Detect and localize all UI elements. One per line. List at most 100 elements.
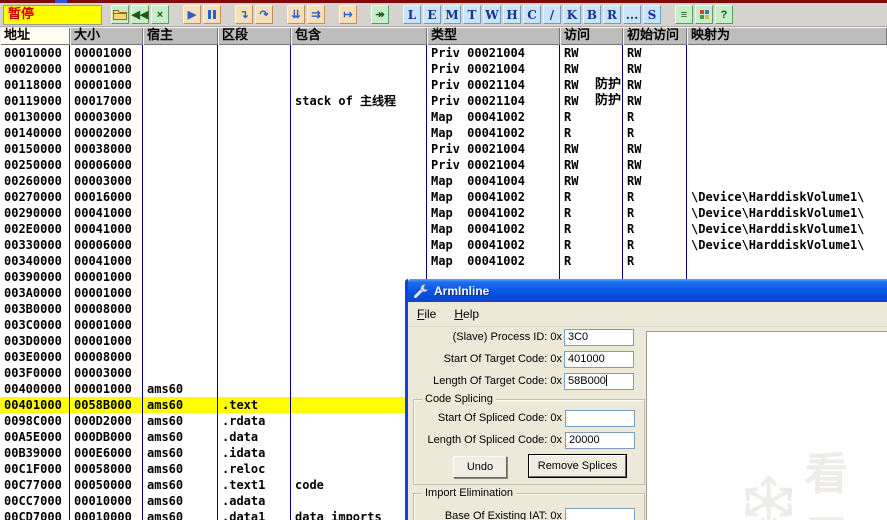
column-header-5[interactable]: 类型 xyxy=(427,27,560,45)
cell-size: 00038000 xyxy=(70,141,143,157)
spliced-code-start-field[interactable] xyxy=(565,410,635,427)
menu-help[interactable]: Help xyxy=(454,307,479,321)
panel-button-L[interactable]: L xyxy=(403,5,421,24)
cell-owner: ams60 xyxy=(143,461,218,477)
step-over-button[interactable]: ↷ xyxy=(255,5,273,24)
target-code-start-field[interactable]: 401000 xyxy=(564,351,634,368)
run-button[interactable]: ▶ xyxy=(183,5,201,24)
table-row[interactable]: 002E0000 00041000 Map 00041002 R R \Device\Ha… xyxy=(0,221,887,237)
cell-access: RW 防护 xyxy=(560,77,623,93)
cell-type: Priv 00021004 xyxy=(427,157,560,173)
cell-contains xyxy=(291,141,427,157)
cell-contains xyxy=(291,125,427,141)
cell-initial-access: RW xyxy=(623,141,687,157)
panel-button-E[interactable]: E xyxy=(423,5,441,24)
panel-button-R[interactable]: R xyxy=(603,5,621,24)
animate-into-button[interactable]: ⇊ xyxy=(287,5,305,24)
cell-type: Priv 00021004 xyxy=(427,61,560,77)
animate-over-button[interactable]: ⇉ xyxy=(307,5,325,24)
cell-section xyxy=(218,93,291,109)
cell-initial-access: R xyxy=(623,125,687,141)
cell-owner xyxy=(143,93,218,109)
table-row[interactable]: 00150000 00038000 Priv 00021004 RW RW xyxy=(0,141,887,157)
snowflake-icon xyxy=(744,475,793,520)
cell-address: 00C1F000 xyxy=(0,461,70,477)
panel-button-H[interactable]: H xyxy=(503,5,521,24)
table-row[interactable]: 00010000 00001000 Priv 00021004 RW RW xyxy=(0,45,887,61)
cell-address: 00130000 xyxy=(0,109,70,125)
pause-button[interactable] xyxy=(203,5,221,24)
cell-address: 00260000 xyxy=(0,173,70,189)
column-header-6[interactable]: 访问 xyxy=(560,27,623,45)
cell-size: 00001000 xyxy=(70,317,143,333)
cell-section: .text xyxy=(218,397,291,413)
process-id-field[interactable]: 3C0 xyxy=(564,329,634,346)
cell-initial-access: R xyxy=(623,205,687,221)
cell-size: 00001000 xyxy=(70,333,143,349)
cell-address: 00B39000 xyxy=(0,445,70,461)
cell-contains xyxy=(291,109,427,125)
panel-button-W[interactable]: W xyxy=(483,5,501,24)
panel-button-M[interactable]: M xyxy=(443,5,461,24)
panel-button-K[interactable]: K xyxy=(563,5,581,24)
table-row[interactable]: 00260000 00003000 Map 00041004 RW RW xyxy=(0,173,887,189)
toolbar-letter-buttons: L E M T W H C / K B R... S xyxy=(401,5,661,24)
spliced-code-length-field[interactable]: 20000 xyxy=(565,432,635,449)
column-header-2[interactable]: 宿主 xyxy=(143,27,218,45)
table-row[interactable]: 00119000 00017000 stack of 主线程 Priv 0002110… xyxy=(0,93,887,109)
target-code-length-field[interactable]: 58B000 xyxy=(564,373,634,390)
table-row[interactable]: 00330000 00006000 Map 00041002 R R \Device\Ha… xyxy=(0,237,887,253)
table-row[interactable]: 00140000 00002000 Map 00041002 R R xyxy=(0,125,887,141)
undo-button[interactable]: Undo xyxy=(453,456,507,478)
cell-mapped-as xyxy=(687,109,887,125)
cell-address: 00150000 xyxy=(0,141,70,157)
panel-button-S[interactable]: S xyxy=(643,5,661,24)
menu-file[interactable]: File xyxy=(417,307,436,321)
existing-iat-base-field[interactable] xyxy=(565,508,635,520)
cell-owner xyxy=(143,125,218,141)
column-header-8[interactable]: 映射为 xyxy=(687,27,887,45)
table-row[interactable]: 00118000 00001000 Priv 00021104 RW 防护 RW xyxy=(0,77,887,93)
cell-size: 000E6000 xyxy=(70,445,143,461)
cell-address: 00C77000 xyxy=(0,477,70,493)
list-view-button[interactable]: ≡ xyxy=(675,5,693,24)
table-row[interactable]: 00340000 00041000 Map 00041002 R R xyxy=(0,253,887,269)
go-to-button[interactable]: ↠ xyxy=(371,5,389,24)
close-button[interactable]: × xyxy=(151,5,169,24)
cell-access: RW xyxy=(560,61,623,77)
column-header-1[interactable]: 大小 xyxy=(70,27,143,45)
column-header-4[interactable]: 包含 xyxy=(291,27,427,45)
help-button[interactable]: ? xyxy=(715,5,733,24)
column-header-3[interactable]: 区段 xyxy=(218,27,291,45)
dialog-titlebar[interactable]: ArmInline xyxy=(408,279,887,302)
panel-button-C[interactable]: C xyxy=(523,5,541,24)
cell-access: R xyxy=(560,253,623,269)
cell-section: .adata xyxy=(218,493,291,509)
cell-mapped-as: \Device\HarddiskVolume1\ xyxy=(691,206,865,220)
table-row[interactable]: 00250000 00006000 Priv 00021004 RW RW xyxy=(0,157,887,173)
table-row[interactable]: 00130000 00003000 Map 00041002 R R xyxy=(0,109,887,125)
open-file-button[interactable] xyxy=(111,5,129,24)
cell-section xyxy=(218,205,291,221)
execute-till-return-button[interactable]: ↦ xyxy=(339,5,357,24)
table-row[interactable]: 00290000 00041000 Map 00041002 R R \Device\Ha… xyxy=(0,205,887,221)
cell-contains xyxy=(291,221,427,237)
column-header-7[interactable]: 初始访问 xyxy=(623,27,687,45)
panel-button-dots[interactable]: ... xyxy=(623,5,641,24)
column-header-0[interactable]: 地址 xyxy=(0,27,70,45)
windows-button[interactable] xyxy=(695,5,713,24)
panel-button-T[interactable]: T xyxy=(463,5,481,24)
step-back-button[interactable]: ◀◀ xyxy=(131,5,149,24)
dialog-output-panel: 看雪 xyxy=(646,331,887,520)
cell-section: .rdata xyxy=(218,413,291,429)
toolbar: 暂停 ◀◀ × ▶ ↴ ↷ ⇊ ⇉ ↦ ↠ L E M T W H C / K B R... S ≡? xyxy=(0,3,887,27)
table-row[interactable]: 00020000 00001000 Priv 00021004 RW RW xyxy=(0,61,887,77)
remove-splices-button[interactable]: Remove Splices xyxy=(528,454,627,478)
import-elimination-group: Import Elimination Base Of Existing IAT:… xyxy=(413,486,645,520)
cell-owner xyxy=(143,141,218,157)
step-into-button[interactable]: ↴ xyxy=(235,5,253,24)
panel-button-B[interactable]: B xyxy=(583,5,601,24)
table-row[interactable]: 00270000 00016000 Map 00041002 R R \Device\Ha… xyxy=(0,189,887,205)
cell-size: 00001000 xyxy=(70,77,143,93)
panel-button-slash[interactable]: / xyxy=(543,5,561,24)
